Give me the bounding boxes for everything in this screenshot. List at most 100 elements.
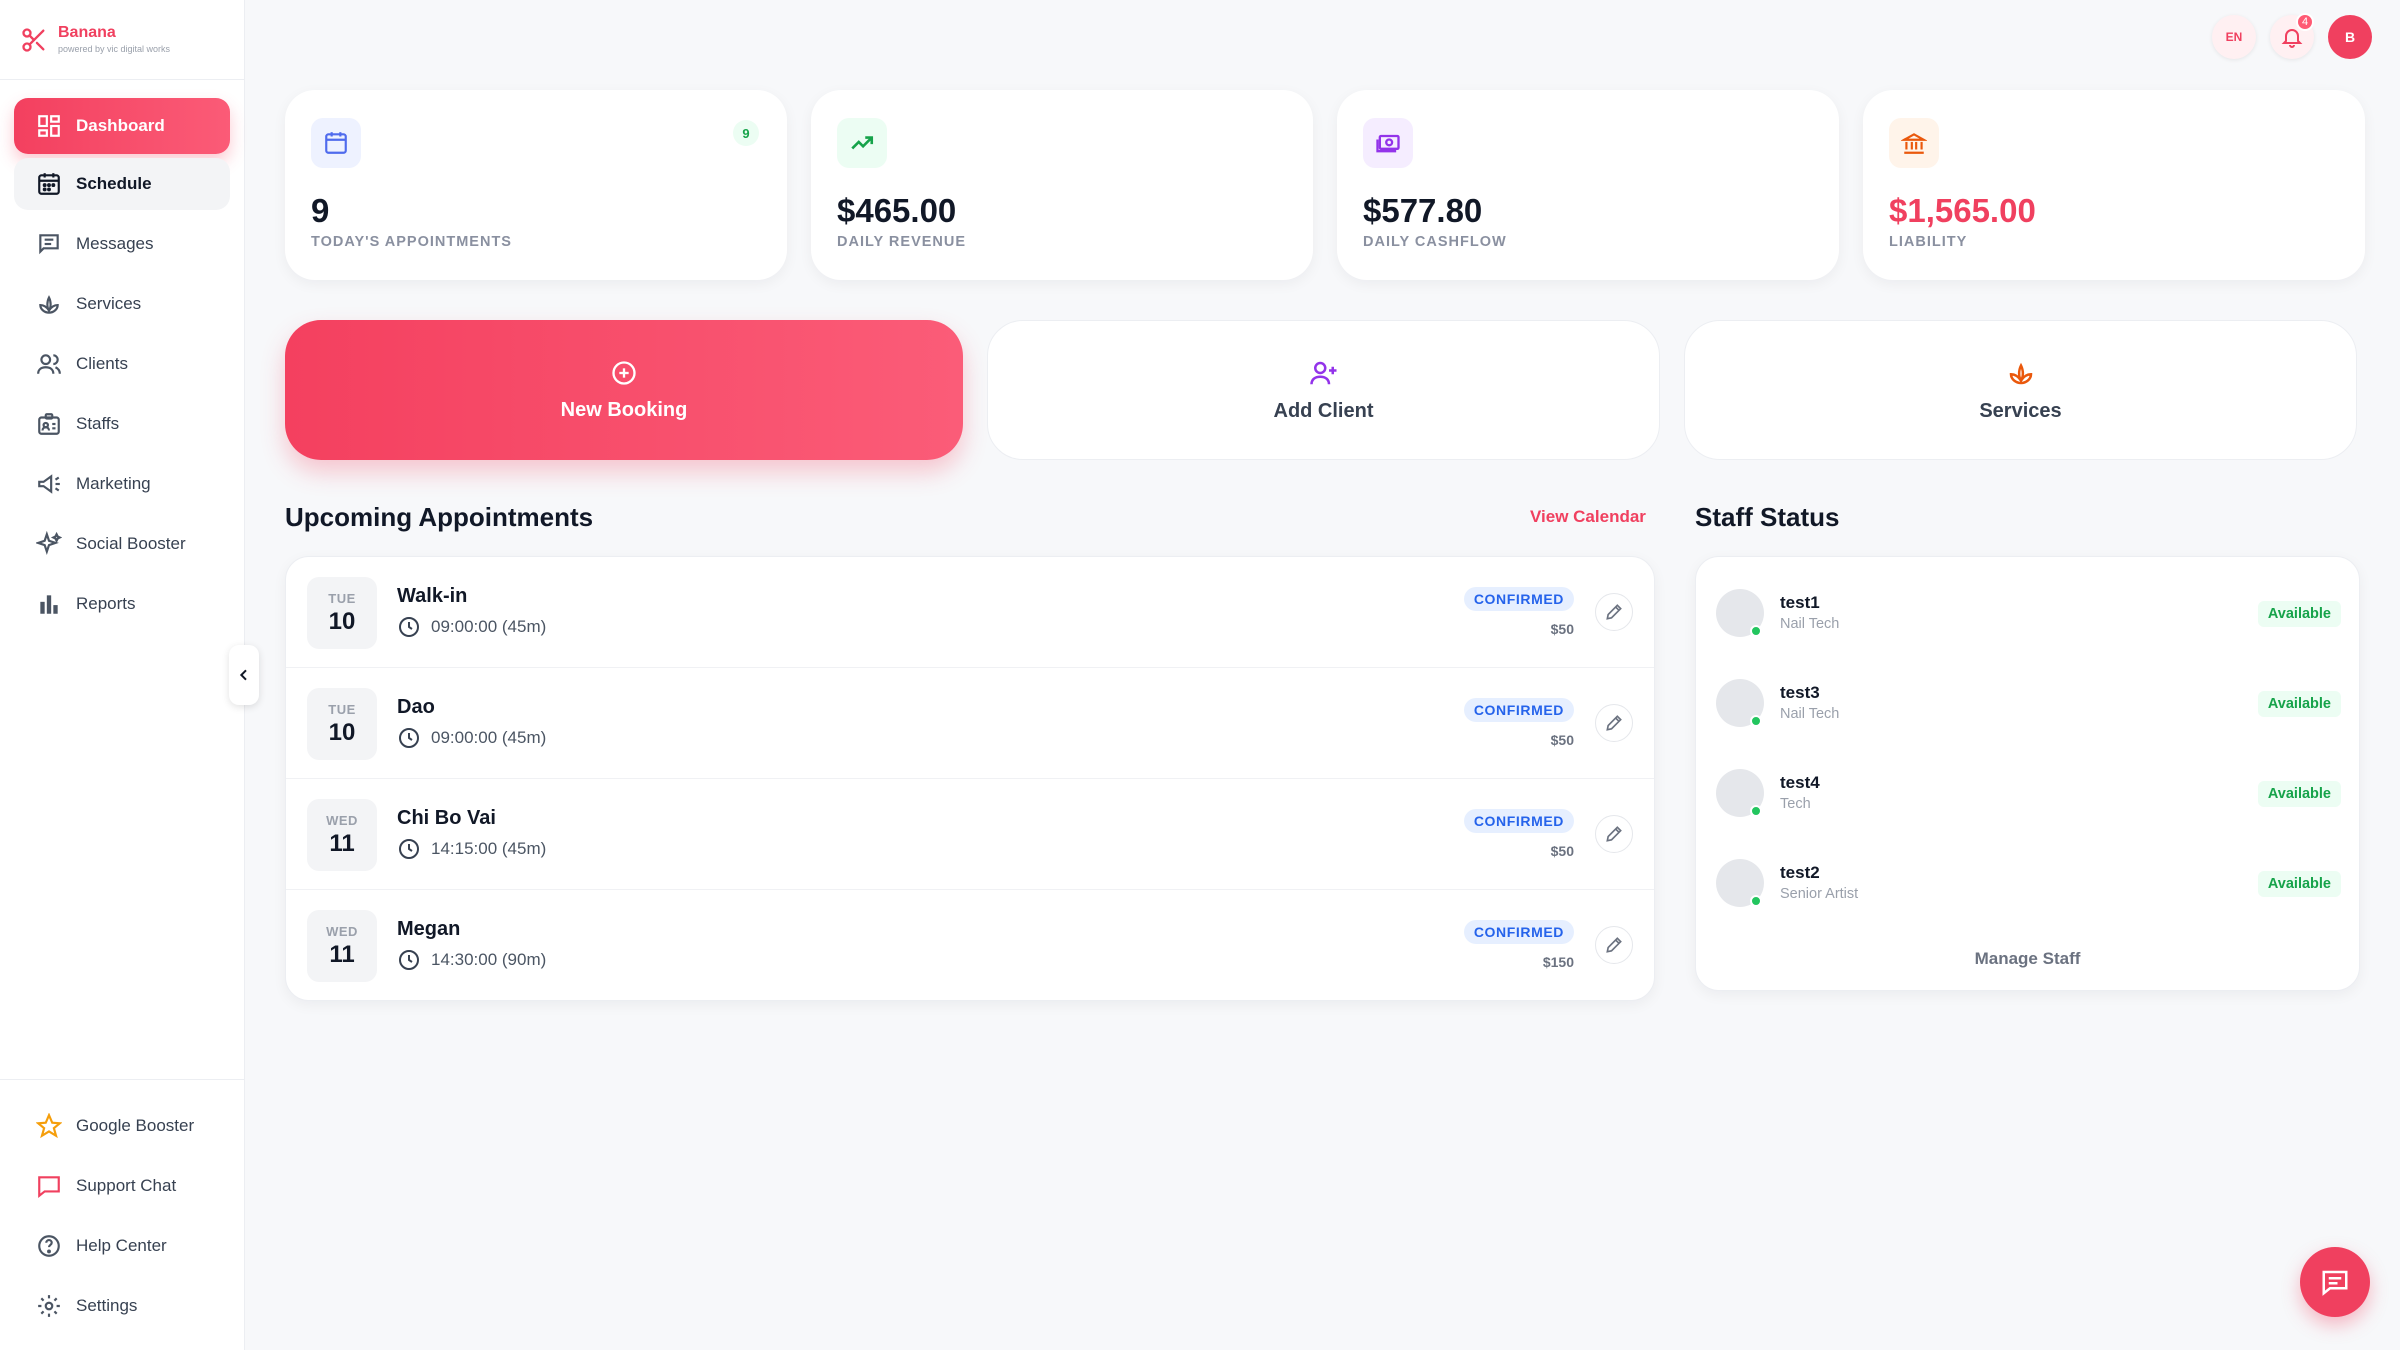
lotus-icon [2009, 362, 2032, 384]
clock-icon [399, 728, 419, 748]
sidebar-item-label: Services [76, 294, 142, 313]
sidebar-item-settings[interactable]: Settings [14, 1280, 230, 1332]
appointment-weekday: WED [326, 812, 358, 828]
sidebar-item-help-center[interactable]: Help Center [14, 1220, 230, 1272]
stat-icon-wrap [1889, 118, 1939, 168]
appointment-client-name: Walk-in [397, 585, 468, 607]
appointment-time: 14:15:00 (45m) [397, 837, 546, 861]
staff-row[interactable]: test3 Nail Tech Available [1716, 671, 2341, 731]
staff-role: Tech [1780, 796, 1811, 812]
view-calendar-link[interactable]: View Calendar [1530, 507, 1646, 527]
appointment-date: WED 11 [307, 910, 377, 982]
sidebar-item-social-booster[interactable]: Social Booster [14, 518, 230, 570]
appointment-time-text: 14:15:00 (45m) [431, 839, 547, 858]
add-client-button[interactable]: Add Client [987, 320, 1660, 460]
main-nav: Dashboard Schedule Messages Services Cli… [0, 80, 244, 630]
edit-appointment-button[interactable] [1595, 815, 1633, 853]
staff-row[interactable]: test2 Senior Artist Available [1716, 851, 2341, 911]
edit-appointment-button[interactable] [1595, 593, 1633, 631]
trending-up-icon [851, 136, 874, 150]
chevron-left-icon [239, 669, 247, 681]
sidebar-item-google-booster[interactable]: Google Booster [14, 1100, 230, 1152]
staff-row[interactable]: test1 Nail Tech Available [1716, 581, 2341, 641]
appointment-date: TUE 10 [307, 688, 377, 760]
appointment-time: 09:00:00 (45m) [397, 615, 546, 639]
sidebar-item-label: Support Chat [76, 1176, 177, 1195]
edit-appointment-button[interactable] [1595, 926, 1633, 964]
sidebar: Banana powered by vic digital works Dash… [0, 0, 245, 1350]
appointment-row[interactable]: TUE 10 Walk-in 09:00:00 (45m) CONFIRMED … [286, 557, 1654, 668]
appointment-row[interactable]: TUE 10 Dao 09:00:00 (45m) CONFIRMED $50 [286, 668, 1654, 779]
stat-value: $577.80 [1363, 192, 1483, 229]
appointment-time-text: 09:00:00 (45m) [431, 617, 547, 636]
appointment-day: 10 [328, 718, 356, 746]
sidebar-item-messages[interactable]: Messages [14, 218, 230, 270]
appointment-day: 11 [329, 829, 355, 857]
appointment-price: $150 [1542, 954, 1574, 970]
users-icon [37, 354, 61, 374]
brand[interactable]: Banana powered by vic digital works [0, 0, 244, 80]
sidebar-item-clients[interactable]: Clients [14, 338, 230, 390]
availability-badge: Available [2257, 601, 2341, 627]
calendar-icon [38, 173, 60, 195]
clock-icon [399, 617, 419, 637]
stat-value: $1,565.00 [1889, 192, 2036, 229]
upcoming-title: Upcoming Appointments [285, 502, 594, 532]
brand-name: Banana [58, 23, 116, 41]
sidebar-bottom-nav: Google Booster Support Chat Help Center … [0, 1079, 244, 1350]
bank-icon [1901, 133, 1927, 154]
manage-staff-link[interactable]: Manage Staff [1696, 949, 2359, 969]
sidebar-item-staffs[interactable]: Staffs [14, 398, 230, 450]
appointment-weekday: WED [326, 923, 358, 939]
sidebar-item-label: Messages [76, 234, 154, 253]
sidebar-item-services[interactable]: Services [14, 278, 230, 330]
notification-count-badge: 4 [2296, 13, 2314, 31]
stat-card-cashflow[interactable]: $577.80 DAILY CASHFLOW [1337, 90, 1839, 280]
stat-label: DAILY CASHFLOW [1363, 234, 1507, 250]
support-chat-fab[interactable] [2300, 1247, 2370, 1317]
appointment-row[interactable]: WED 11 Megan 14:30:00 (90m) CONFIRMED $1… [286, 890, 1654, 1001]
user-avatar[interactable]: B [2328, 15, 2372, 59]
sidebar-item-schedule[interactable]: Schedule [14, 158, 230, 210]
sidebar-item-label: Dashboard [76, 116, 165, 135]
appointment-time: 14:30:00 (90m) [397, 948, 546, 972]
stat-icon-wrap [1363, 118, 1413, 168]
status-badge: CONFIRMED [1463, 920, 1574, 944]
clock-icon [399, 950, 419, 970]
language-switcher[interactable]: EN [2212, 15, 2256, 59]
staff-name: test1 [1780, 593, 1820, 612]
edit-appointment-button[interactable] [1595, 704, 1633, 742]
user-plus-icon [1309, 361, 1336, 384]
plus-circle-icon [612, 360, 636, 385]
staff-role: Nail Tech [1780, 616, 1840, 632]
online-status-dot [1750, 895, 1762, 907]
sidebar-item-support-chat[interactable]: Support Chat [14, 1160, 230, 1212]
pencil-icon [1606, 715, 1622, 731]
staff-badge-icon [38, 413, 60, 435]
topbar: EN 4 B [2212, 13, 2372, 59]
new-booking-button[interactable]: New Booking [285, 320, 963, 460]
services-button[interactable]: Services [1684, 320, 2357, 460]
availability-badge: Available [2257, 691, 2341, 717]
appointment-client-name: Dao [397, 696, 435, 718]
sidebar-item-dashboard[interactable]: Dashboard [14, 98, 230, 154]
stat-value: 9 [311, 192, 330, 229]
availability-badge: Available [2257, 781, 2341, 807]
collapse-sidebar-button[interactable] [229, 645, 259, 705]
appointment-row[interactable]: WED 11 Chi Bo Vai 14:15:00 (45m) CONFIRM… [286, 779, 1654, 890]
action-label: New Booking [560, 398, 688, 421]
appointment-time-text: 09:00:00 (45m) [431, 728, 547, 747]
scissors-icon [22, 27, 45, 52]
stat-card-appointments[interactable]: 9 9 TODAY'S APPOINTMENTS [285, 90, 787, 280]
chat-icon [2322, 1270, 2348, 1296]
stat-card-revenue[interactable]: $465.00 DAILY REVENUE [811, 90, 1313, 280]
notifications-button[interactable]: 4 [2270, 13, 2314, 59]
online-status-dot [1750, 715, 1762, 727]
sidebar-item-reports[interactable]: Reports [14, 578, 230, 630]
stat-card-liability[interactable]: $1,565.00 LIABILITY [1863, 90, 2365, 280]
staff-row[interactable]: test4 Tech Available [1716, 761, 2341, 821]
appointment-date: TUE 10 [307, 577, 377, 649]
megaphone-icon [38, 474, 60, 494]
sidebar-item-marketing[interactable]: Marketing [14, 458, 230, 510]
appointment-price: $50 [1550, 732, 1574, 748]
